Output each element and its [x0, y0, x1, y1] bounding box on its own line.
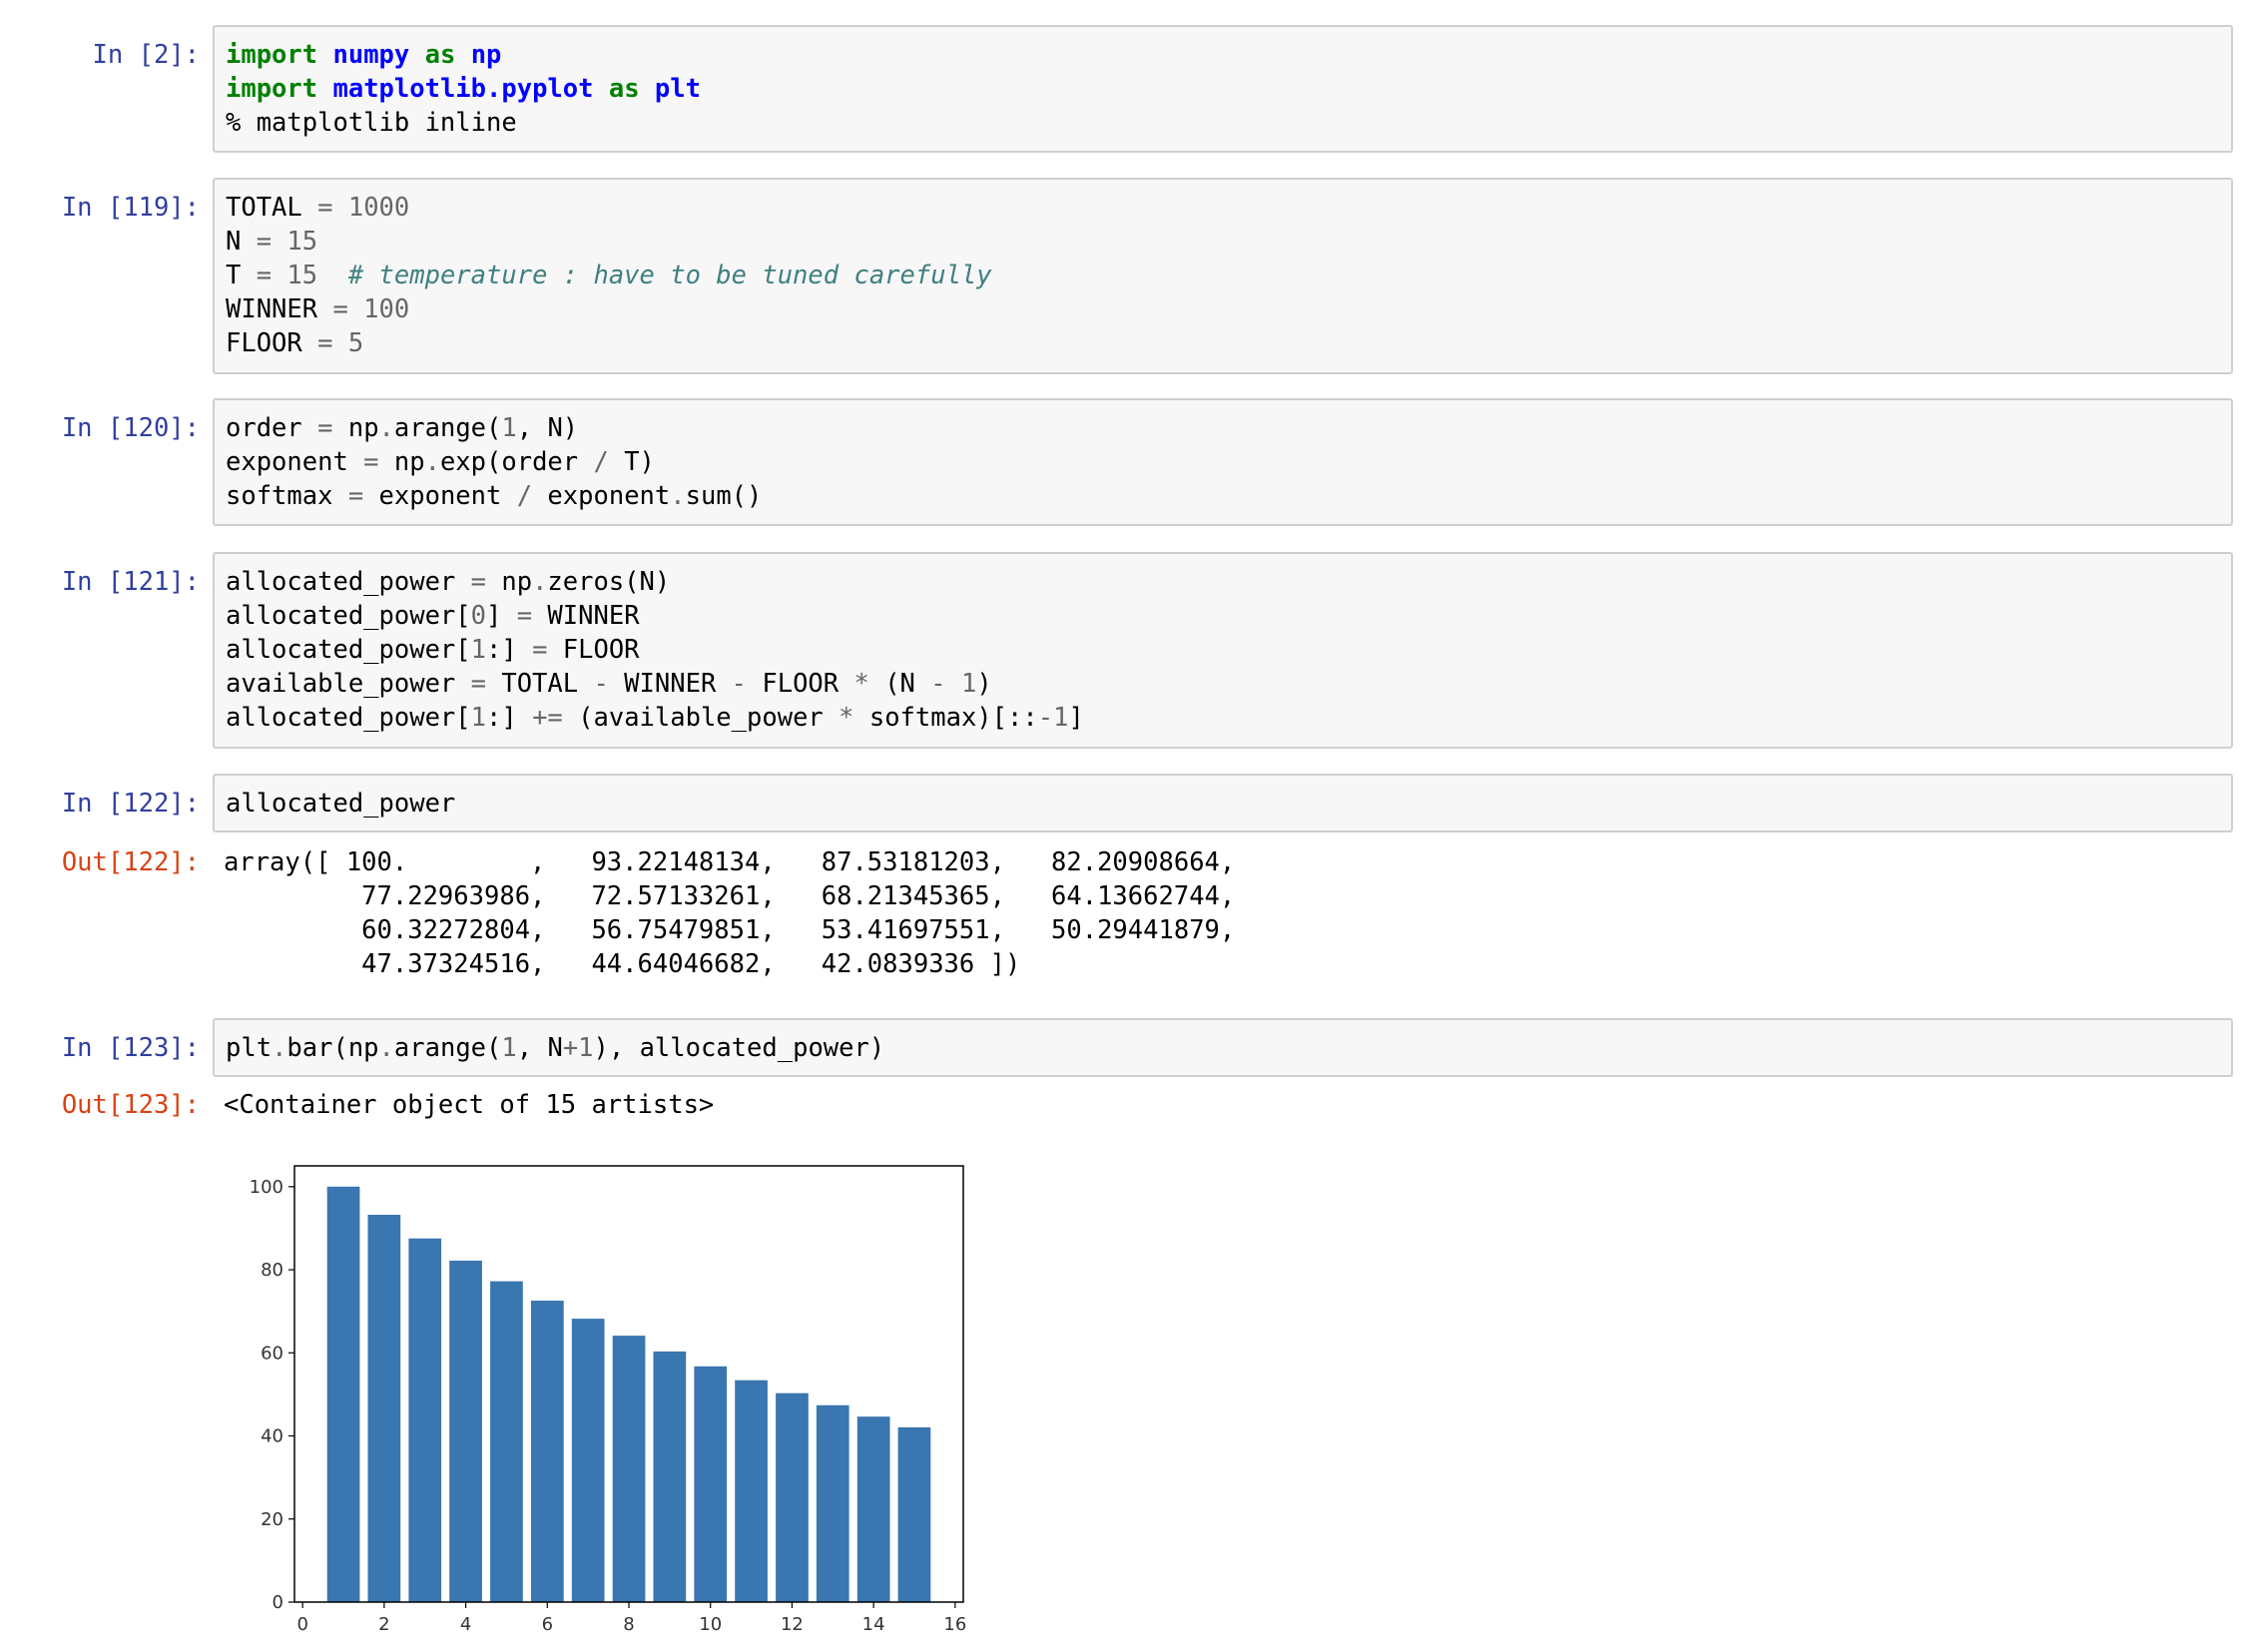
code-comment: # temperature : have to be tuned careful…: [317, 261, 992, 290]
output-line: array([ 100. , 93.22148134, 87.53181203,…: [224, 847, 1236, 877]
y-tick-label: 80: [261, 1260, 283, 1281]
bar: [653, 1351, 687, 1602]
code-line: plt.bar(np.arange(1, N+1), allocated_pow…: [226, 1033, 885, 1063]
bar: [326, 1186, 360, 1602]
bar: [776, 1392, 809, 1602]
input-prompt: In [119]:: [61, 193, 200, 223]
bar: [816, 1404, 849, 1602]
x-tick-label: 10: [699, 1614, 722, 1635]
bar: [531, 1301, 564, 1602]
output-line: 77.22963986, 72.57133261, 68.21345365, 6…: [224, 881, 1236, 911]
x-tick-label: 2: [378, 1614, 389, 1635]
code-line: allocated_power = np.zeros(N): [226, 567, 671, 597]
y-tick-label: 20: [261, 1509, 283, 1530]
bar: [612, 1336, 646, 1602]
code-line: WINNER = 100: [226, 294, 410, 324]
code-block: order = np.arange(1, N) exponent = np.ex…: [226, 411, 762, 513]
code-input-area[interactable]: allocated_power: [213, 774, 2233, 832]
y-tick-label: 100: [250, 1177, 283, 1198]
code-block: import numpy as np import matplotlib.pyp…: [226, 38, 701, 140]
bar: [897, 1426, 931, 1602]
input-prompt: In [121]:: [61, 567, 200, 597]
x-tick-label: 0: [296, 1614, 307, 1635]
code-line: allocated_power[1:] += (available_power …: [226, 703, 1084, 733]
output-line: <Container object of 15 artists>: [224, 1090, 715, 1120]
output-prompt: Out[122]:: [61, 847, 200, 877]
code-block: plt.bar(np.arange(1, N+1), allocated_pow…: [226, 1031, 884, 1065]
bar: [367, 1215, 401, 1602]
code-line: softmax = exponent / exponent.sum(): [226, 481, 763, 511]
bar-series: [326, 1186, 931, 1602]
input-prompt: In [122]:: [61, 789, 200, 819]
x-tick-label: 6: [542, 1614, 553, 1635]
code-input-area[interactable]: import numpy as np import matplotlib.pyp…: [213, 25, 2233, 153]
x-tick-label: 14: [862, 1614, 885, 1635]
code-input-area[interactable]: plt.bar(np.arange(1, N+1), allocated_pow…: [213, 1018, 2233, 1077]
y-tick-label: 40: [261, 1426, 283, 1447]
y-tick-label: 0: [273, 1592, 283, 1613]
input-prompt: In [123]:: [61, 1033, 200, 1063]
x-tick-label: 8: [623, 1614, 634, 1635]
output-line: 47.37324516, 44.64046682, 42.0839336 ]): [224, 949, 1021, 979]
x-axis: 0 2 4 6 8 10 12 14 16: [296, 1602, 966, 1635]
bar-chart: 0 20 40 60 80 100 0 2 4 6 8 10 12 14 16: [250, 1165, 966, 1635]
input-prompt: In [120]:: [61, 413, 200, 443]
bar: [449, 1260, 482, 1602]
code-input-area[interactable]: TOTAL = 1000 N = 15 T = 15 # temperature…: [213, 178, 2233, 374]
code-block: TOTAL = 1000 N = 15 T = 15 # temperature…: [226, 191, 992, 360]
output-line: 60.32272804, 56.75479851, 53.41697551, 5…: [224, 915, 1236, 945]
code-block: allocated_power: [226, 787, 455, 821]
bar: [856, 1416, 890, 1602]
code-line: allocated_power: [226, 789, 456, 819]
code-line: N = 15: [226, 227, 318, 257]
bar: [735, 1379, 768, 1602]
code-input-area[interactable]: order = np.arange(1, N) exponent = np.ex…: [213, 398, 2233, 526]
y-axis: 0 20 40 60 80 100: [250, 1177, 294, 1613]
y-tick-label: 60: [261, 1343, 283, 1364]
code-line: import numpy as np: [226, 40, 502, 70]
code-line: allocated_power[1:] = FLOOR: [226, 635, 640, 665]
code-line: allocated_power[0] = WINNER: [226, 601, 640, 631]
x-tick-label: 4: [460, 1614, 471, 1635]
code-line: exponent = np.exp(order / T): [226, 447, 655, 477]
code-line: % matplotlib inline: [226, 108, 517, 138]
bar: [408, 1238, 442, 1602]
code-line: TOTAL = 1000: [226, 193, 410, 223]
container-output: <Container object of 15 artists>: [224, 1088, 714, 1122]
x-tick-label: 16: [943, 1614, 966, 1635]
code-block: allocated_power = np.zeros(N) allocated_…: [226, 565, 1084, 735]
input-prompt: In [2]:: [92, 40, 200, 70]
array-output: array([ 100. , 93.22148134, 87.53181203,…: [224, 845, 1235, 981]
bar: [694, 1366, 728, 1602]
x-tick-label: 12: [781, 1614, 804, 1635]
code-line: import matplotlib.pyplot as plt: [226, 74, 701, 104]
code-line: available_power = TOTAL - WINNER - FLOOR…: [226, 669, 992, 699]
code-line: order = np.arange(1, N): [226, 413, 579, 443]
code-line: FLOOR = 5: [226, 328, 364, 358]
bar: [490, 1281, 523, 1602]
code-line: T = 15 # temperature : have to be tuned …: [226, 261, 992, 290]
output-prompt: Out[123]:: [61, 1090, 200, 1120]
code-input-area[interactable]: allocated_power = np.zeros(N) allocated_…: [213, 552, 2233, 749]
bar: [571, 1319, 605, 1602]
